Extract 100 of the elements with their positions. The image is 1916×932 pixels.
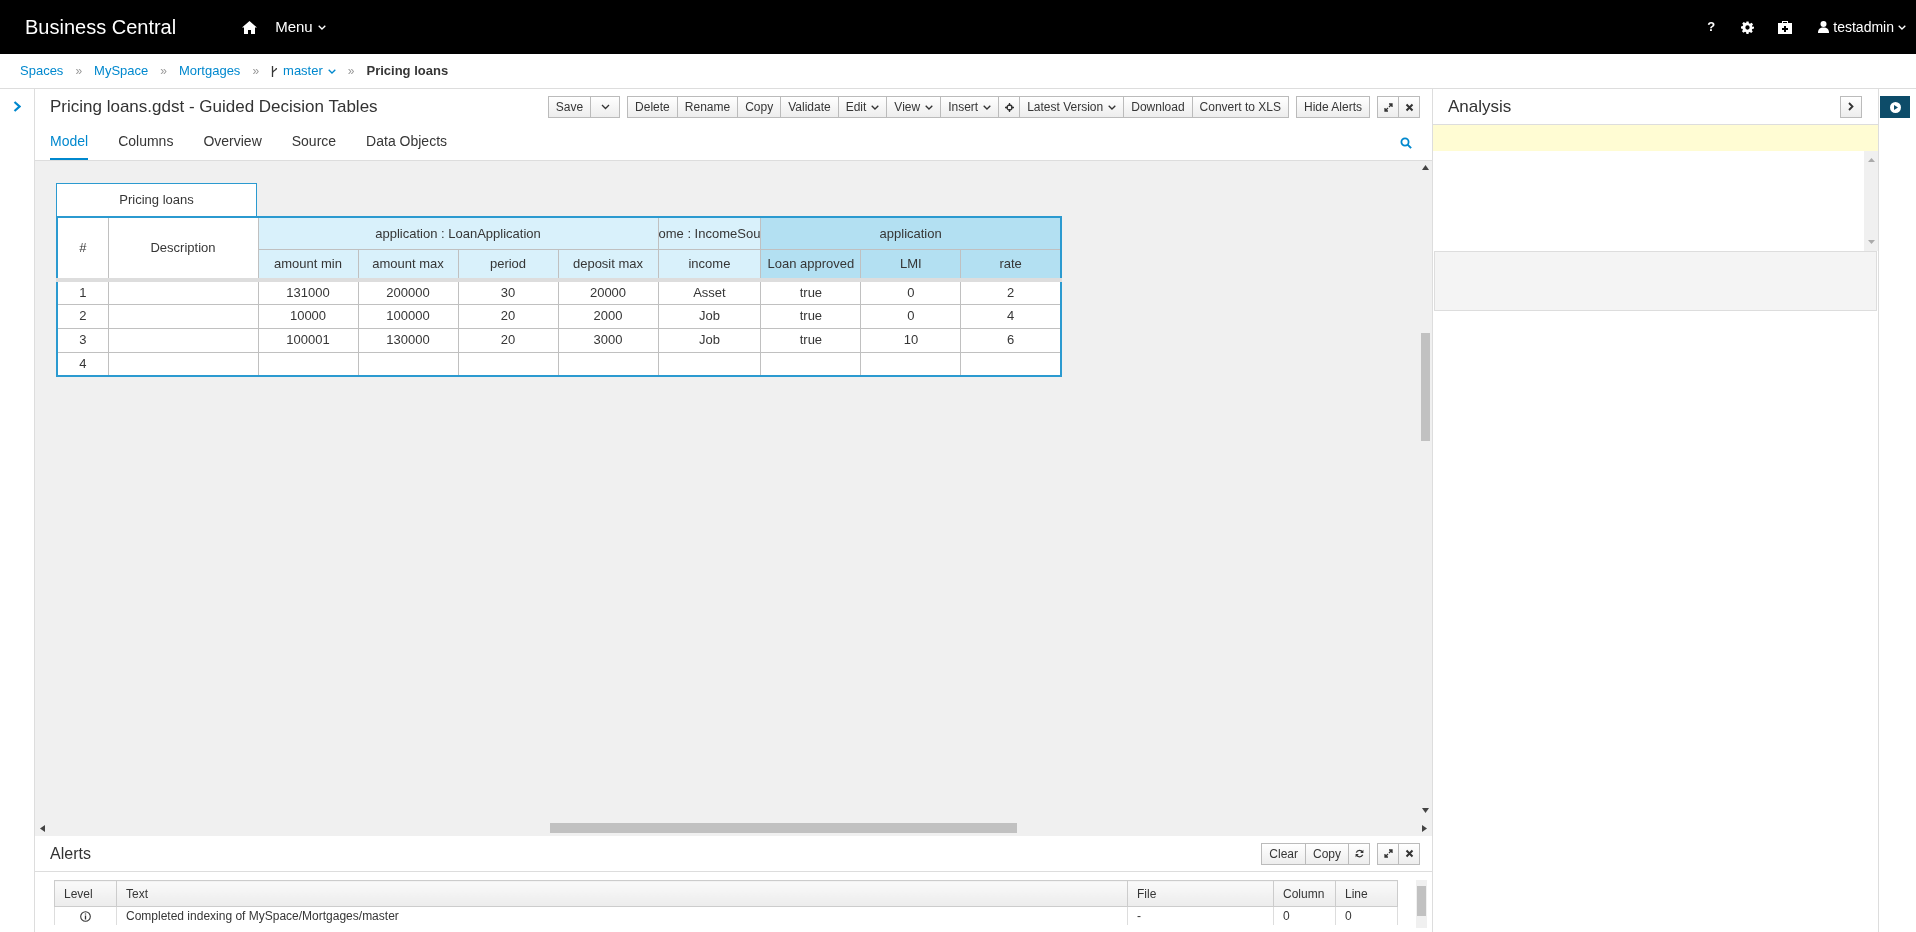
column-header: amount min — [258, 249, 358, 280]
column-header: amount max — [358, 249, 458, 280]
alerts-title: Alerts — [50, 843, 91, 864]
toolbar-button[interactable]: Validate — [780, 96, 839, 118]
close-icon — [1404, 102, 1414, 112]
table-cell: 2000 — [558, 304, 658, 328]
user-menu[interactable]: testadmin — [1818, 16, 1906, 38]
crosshair-icon — [1004, 102, 1014, 112]
play-icon — [1889, 101, 1901, 113]
expand-chevron-icon[interactable] — [13, 101, 21, 112]
table-cell: 100000 — [358, 304, 458, 328]
branch-icon — [271, 65, 279, 77]
close-icon — [1404, 849, 1414, 858]
table-cell: 3000 — [558, 328, 658, 352]
table-cell: 20 — [458, 328, 558, 352]
close-button[interactable] — [1398, 96, 1420, 118]
toolbar-button[interactable]: Save — [547, 96, 592, 118]
settings-icon[interactable] — [1741, 20, 1755, 34]
toolbar-button[interactable]: Latest Version — [1019, 96, 1125, 118]
table-cell: 20000 — [558, 280, 658, 304]
scroll-down-icon[interactable] — [1422, 808, 1429, 813]
table-cell: 0 — [860, 280, 961, 304]
toolbar-button[interactable]: Convert to XLS — [1191, 96, 1289, 118]
dropdown-button[interactable] — [590, 96, 621, 118]
tab[interactable]: Source — [291, 125, 337, 160]
table-cell: 0 — [860, 304, 961, 328]
tab[interactable]: Columns — [118, 125, 174, 160]
toolbar-button[interactable]: Delete — [627, 96, 678, 118]
play-button[interactable] — [1880, 96, 1910, 118]
scroll-right-icon[interactable] — [1422, 824, 1427, 832]
analysis-title: Analysis — [1448, 95, 1512, 118]
user-icon — [1818, 21, 1830, 33]
help-link[interactable]: ? — [1707, 17, 1716, 37]
row-number: 1 — [57, 280, 108, 304]
refresh-icon — [1354, 849, 1364, 858]
search-icon[interactable] — [1400, 136, 1412, 149]
column-group-header: application : LoanApplication — [258, 217, 658, 249]
table-cell: Completed indexing of MySpace/Mortgages/master — [116, 906, 1128, 925]
scrollbar-thumb[interactable] — [550, 823, 1017, 833]
column-header: rate — [960, 249, 1061, 280]
table-cell: true — [760, 328, 861, 352]
breadcrumb-separator: » — [252, 63, 260, 80]
editor-title: Pricing loans.gdst - Guided Decision Tables — [50, 96, 378, 119]
maximize-button[interactable] — [1377, 842, 1399, 865]
home-icon[interactable] — [242, 20, 258, 34]
column-header: File — [1127, 880, 1274, 907]
breadcrumb-link[interactable]: Mortgages — [178, 61, 241, 81]
tab[interactable]: Data Objects — [366, 125, 448, 160]
table-cell: 10 — [860, 328, 961, 352]
toolbar-button[interactable]: Hide Alerts — [1295, 96, 1370, 118]
toolbar-button[interactable]: Download — [1123, 96, 1193, 118]
breadcrumb-separator: » — [160, 63, 167, 80]
table-cell: 20 — [458, 304, 558, 328]
branch-selector[interactable]: master — [271, 61, 336, 81]
caret-icon — [1898, 24, 1906, 30]
table-cell: - — [1127, 906, 1274, 925]
maximize-button[interactable] — [1377, 96, 1399, 118]
locate-button[interactable] — [998, 96, 1021, 118]
toolbar-button[interactable]: Edit — [837, 96, 888, 118]
column-group-header: ome : IncomeSou — [658, 217, 761, 249]
alerts-scrollbar[interactable] — [1416, 880, 1427, 928]
scrollbar-thumb[interactable] — [1421, 333, 1430, 441]
close-button[interactable] — [1398, 842, 1420, 865]
table-cell: 0 — [1335, 906, 1398, 925]
scroll-up-icon[interactable] — [1422, 165, 1429, 170]
maximize-icon — [1383, 102, 1393, 112]
caret-icon — [327, 68, 336, 74]
collapse-button[interactable] — [1840, 95, 1862, 118]
table-cell: 130000 — [358, 328, 458, 352]
column-header: deposit max — [558, 249, 658, 280]
table-cell: true — [760, 304, 861, 328]
horizontal-scrollbar[interactable] — [35, 820, 1432, 836]
info-icon — [80, 911, 91, 923]
toolbar-button[interactable]: Copy — [737, 96, 782, 118]
tab[interactable]: Overview — [203, 125, 262, 160]
scrollbar-thumb[interactable] — [1417, 886, 1426, 916]
scroll-left-icon[interactable] — [40, 824, 45, 832]
breadcrumb-link[interactable]: Spaces — [20, 61, 64, 81]
toolbar-button[interactable]: Insert — [940, 96, 1000, 118]
toolbar-button[interactable]: Rename — [676, 96, 739, 118]
row-number: 2 — [57, 304, 108, 328]
toolbar-button[interactable]: Copy — [1305, 842, 1349, 865]
menu-button[interactable]: Menu — [275, 15, 326, 39]
table-cell: 10000 — [258, 304, 358, 328]
table-caption[interactable]: Pricing loans — [56, 183, 257, 216]
table-cell: true — [760, 280, 861, 304]
table-cell: Job — [658, 328, 761, 352]
row-number: 3 — [57, 328, 108, 352]
column-header: period — [458, 249, 558, 280]
toolbar-button[interactable]: Clear — [1261, 842, 1306, 865]
column-header: income — [658, 249, 761, 280]
toolbar-button[interactable]: View — [886, 96, 942, 118]
breadcrumb-link[interactable]: MySpace — [94, 61, 149, 81]
caret-icon — [317, 24, 326, 30]
app-title[interactable]: Business Central — [25, 12, 177, 42]
column-header: Column — [1273, 880, 1336, 907]
table-cell: 200000 — [358, 280, 458, 304]
briefcase-icon[interactable] — [1778, 20, 1793, 34]
refresh-button[interactable] — [1348, 842, 1370, 865]
chevron-right-icon — [1848, 102, 1854, 111]
